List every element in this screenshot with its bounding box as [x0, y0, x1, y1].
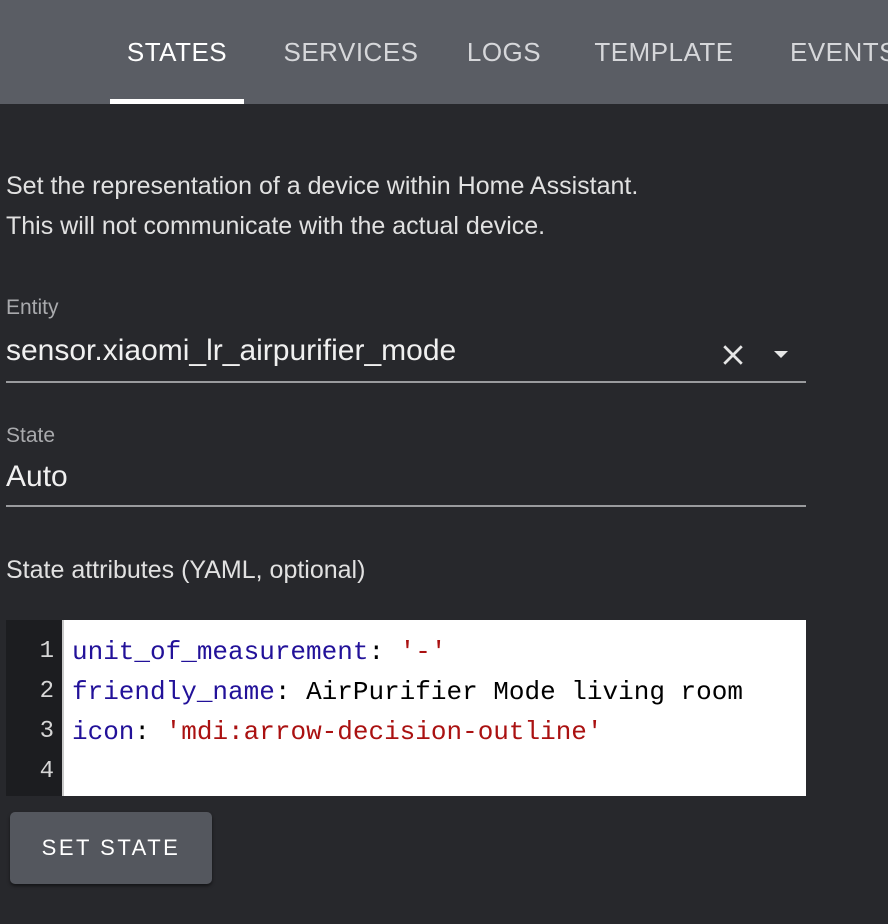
line-number-gutter: 1 2 3 4 — [6, 620, 64, 796]
line-number: 3 — [39, 718, 54, 745]
yaml-value: '-' — [399, 637, 447, 667]
menu-down-icon[interactable] — [768, 344, 794, 364]
tab-bar: STATES SERVICES LOGS TEMPLATE EVENTS — [0, 0, 888, 104]
yaml-value: AirPurifier Mode living room — [306, 677, 743, 707]
tab-label: SERVICES — [283, 36, 419, 67]
tab-label: STATES — [126, 36, 228, 67]
line-number: 4 — [39, 758, 54, 785]
entity-picker[interactable]: Entity sensor.xiaomi_lr_airpurifier_mode — [6, 296, 806, 386]
description: Set the representation of a device withi… — [6, 166, 826, 246]
code-area[interactable]: unit_of_measurement: '-' friendly_name: … — [64, 620, 743, 796]
yaml-key: friendly_name — [72, 677, 275, 707]
tab-label: TEMPLATE — [594, 36, 734, 67]
code-line: icon: 'mdi:arrow-decision-outline' — [72, 712, 743, 752]
yaml-key: icon — [72, 717, 135, 747]
entity-underline — [6, 381, 806, 383]
tab-events[interactable]: EVENTS — [790, 0, 888, 104]
tab-logs[interactable]: LOGS — [452, 0, 556, 104]
state-underline — [6, 505, 806, 507]
line-number: 1 — [39, 638, 54, 665]
state-field[interactable]: State Auto — [6, 424, 806, 510]
active-tab-indicator — [110, 99, 244, 104]
tab-states[interactable]: STATES — [110, 0, 244, 104]
state-label: State — [6, 424, 56, 447]
tab-template[interactable]: TEMPLATE — [580, 0, 748, 104]
set-state-button[interactable]: SET STATE — [10, 812, 212, 884]
tab-label: LOGS — [466, 36, 542, 67]
close-icon[interactable] — [718, 340, 748, 370]
yaml-separator: : — [274, 677, 307, 707]
tab-label: EVENTS — [790, 36, 888, 67]
yaml-value: 'mdi:arrow-decision-outline' — [165, 717, 603, 747]
yaml-editor[interactable]: 1 2 3 4 unit_of_measurement: '-' friendl… — [6, 620, 806, 796]
code-line: friendly_name: AirPurifier Mode living r… — [72, 672, 743, 712]
description-line: This will not communicate with the actua… — [6, 212, 546, 240]
description-line: Set the representation of a device withi… — [6, 172, 639, 200]
state-attributes-label: State attributes (YAML, optional) — [6, 556, 366, 584]
yaml-separator: : — [134, 717, 166, 747]
entity-input[interactable]: sensor.xiaomi_lr_airpurifier_mode — [6, 334, 696, 368]
set-state-label: SET STATE — [41, 835, 181, 860]
state-input[interactable]: Auto — [6, 460, 68, 494]
yaml-separator: : — [368, 637, 400, 667]
entity-label: Entity — [6, 296, 59, 319]
line-number: 2 — [39, 678, 54, 705]
tab-services[interactable]: SERVICES — [268, 0, 434, 104]
code-line: unit_of_measurement: '-' — [72, 632, 743, 672]
yaml-key: unit_of_measurement — [72, 637, 369, 667]
